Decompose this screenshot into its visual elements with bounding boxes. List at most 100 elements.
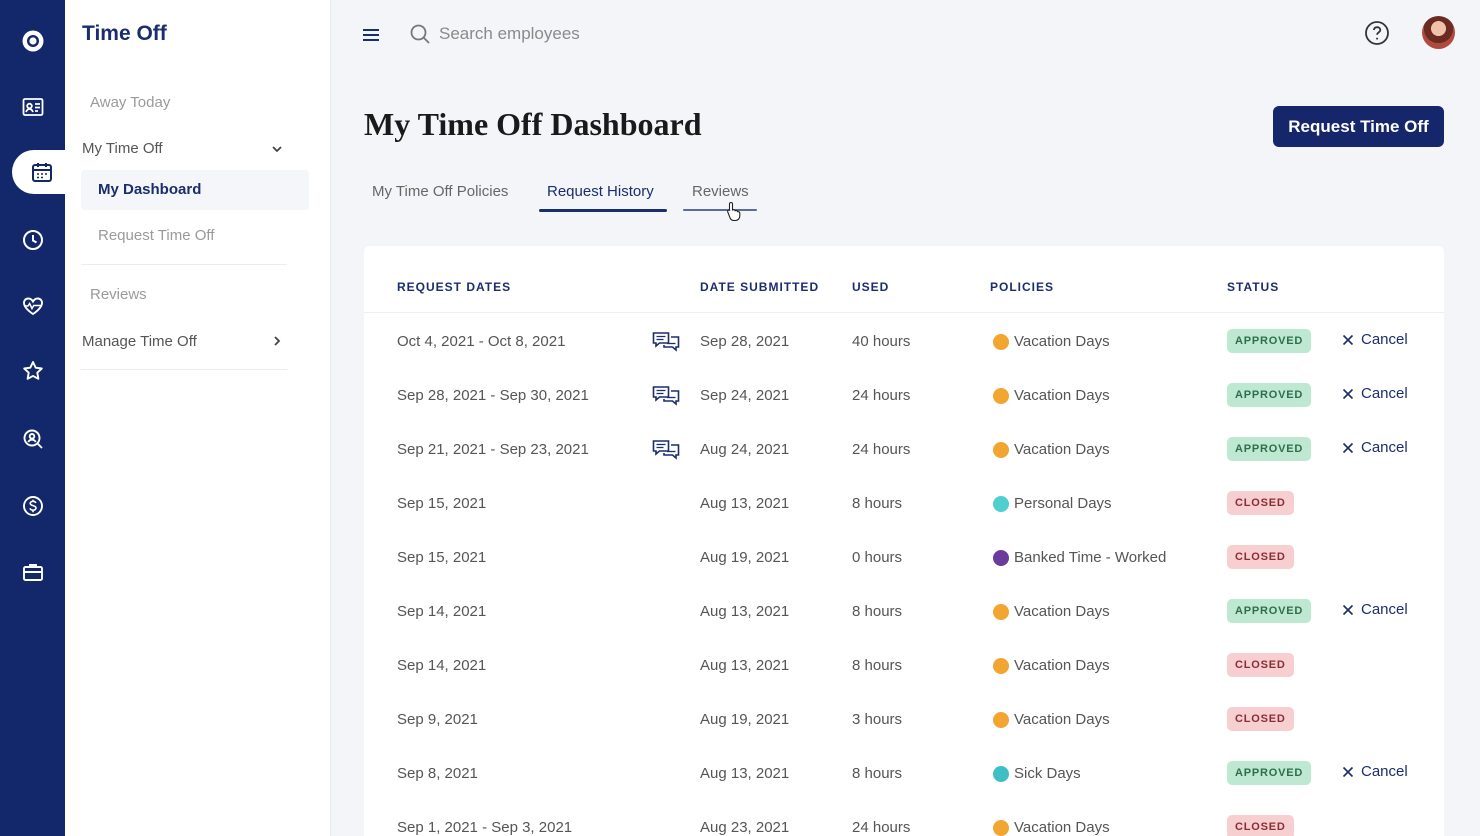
cancel-label: Cancel xyxy=(1361,331,1408,348)
date-submitted-cell: Aug 19, 2021 xyxy=(700,711,790,728)
column-header-request-dates[interactable]: REQUEST DATES xyxy=(397,280,511,294)
request-time-off-button[interactable]: Request Time Off xyxy=(1273,106,1444,147)
used-cell: 8 hours xyxy=(852,765,903,782)
column-header-policies[interactable]: POLICIES xyxy=(990,280,1054,294)
date-submitted-cell: Aug 13, 2021 xyxy=(700,657,790,674)
avatar[interactable] xyxy=(1422,16,1455,49)
search-person-icon[interactable] xyxy=(0,417,65,461)
help-icon[interactable] xyxy=(1364,20,1390,46)
status-badge: APPROVED xyxy=(1227,599,1312,623)
policy-color-dot xyxy=(993,388,1009,404)
policy-color-dot xyxy=(993,442,1009,458)
policy-cell: Vacation Days xyxy=(1014,819,1110,836)
table-row[interactable]: Oct 4, 2021 - Oct 8, 2021 Sep 28, 2021 40… xyxy=(364,314,1444,368)
tab-reviews[interactable]: Reviews xyxy=(692,183,749,200)
date-submitted-cell: Aug 23, 2021 xyxy=(700,819,790,836)
cancel-button[interactable]: Cancel xyxy=(1342,763,1408,780)
policy-color-dot xyxy=(993,550,1009,566)
table-row[interactable]: Sep 14, 2021 Aug 13, 2021 8 hours Vacation … xyxy=(364,584,1444,638)
policy-cell: Vacation Days xyxy=(1014,711,1110,728)
policy-cell: Vacation Days xyxy=(1014,441,1110,458)
icon-rail xyxy=(0,0,72,836)
policy-color-dot xyxy=(993,820,1009,836)
status-badge: CLOSED xyxy=(1227,707,1294,731)
pointer-cursor-icon xyxy=(727,201,741,221)
nav-item-away-today[interactable]: Away Today xyxy=(90,94,170,111)
star-icon[interactable] xyxy=(0,349,65,393)
comment-icon[interactable] xyxy=(652,385,680,407)
status-badge: APPROVED xyxy=(1227,329,1312,353)
request-dates-cell: Sep 15, 2021 xyxy=(397,495,487,512)
column-header-status[interactable]: STATUS xyxy=(1227,280,1279,294)
tab-my-time-off-policies[interactable]: My Time Off Policies xyxy=(372,183,508,200)
used-cell: 8 hours xyxy=(852,603,903,620)
date-submitted-cell: Aug 13, 2021 xyxy=(700,765,790,782)
heart-icon[interactable] xyxy=(0,284,65,328)
close-icon xyxy=(1342,388,1354,399)
cancel-button[interactable]: Cancel xyxy=(1342,601,1408,618)
policy-color-dot xyxy=(993,712,1009,728)
table-row[interactable]: Sep 9, 2021 Aug 19, 2021 3 hours Vacation D… xyxy=(364,692,1444,746)
date-submitted-cell: Sep 28, 2021 xyxy=(700,333,790,350)
cancel-label: Cancel xyxy=(1361,385,1408,402)
used-cell: 24 hours xyxy=(852,441,911,458)
table-row[interactable]: Sep 8, 2021 Aug 13, 2021 8 hours Sick Days A… xyxy=(364,746,1444,800)
cancel-label: Cancel xyxy=(1361,763,1408,780)
chevron-down-icon[interactable] xyxy=(270,142,284,156)
dollar-icon[interactable] xyxy=(0,484,65,528)
top-bar xyxy=(331,0,1480,70)
cancel-button[interactable]: Cancel xyxy=(1342,331,1408,348)
active-tab-indicator xyxy=(539,209,667,212)
date-submitted-cell: Aug 13, 2021 xyxy=(700,603,790,620)
logo-icon[interactable] xyxy=(0,19,65,63)
nav-item-my-dashboard-label: My Dashboard xyxy=(98,181,202,198)
nav-divider xyxy=(81,264,287,265)
policy-cell: Vacation Days xyxy=(1014,387,1110,404)
nav-item-manage-time-off[interactable]: Manage Time Off xyxy=(82,333,197,350)
policy-color-dot xyxy=(993,766,1009,782)
status-badge: CLOSED xyxy=(1227,815,1294,836)
tab-request-history[interactable]: Request History xyxy=(547,183,654,200)
used-cell: 24 hours xyxy=(852,819,911,836)
status-badge: CLOSED xyxy=(1227,653,1294,677)
nav-item-my-time-off[interactable]: My Time Off xyxy=(82,140,163,157)
table-row[interactable]: Sep 21, 2021 - Sep 23, 2021 Aug 24, 2021… xyxy=(364,422,1444,476)
close-icon xyxy=(1342,442,1354,453)
chevron-right-icon[interactable] xyxy=(270,334,284,348)
table-row[interactable]: Sep 15, 2021 Aug 13, 2021 8 hours Personal … xyxy=(364,476,1444,530)
search-input[interactable] xyxy=(439,20,739,48)
policy-cell: Sick Days xyxy=(1014,765,1081,782)
search-icon xyxy=(410,24,430,44)
policy-cell: Personal Days xyxy=(1014,495,1112,512)
date-submitted-cell: Sep 24, 2021 xyxy=(700,387,790,404)
used-cell: 3 hours xyxy=(852,711,903,728)
id-card-icon[interactable] xyxy=(0,85,65,129)
policy-color-dot xyxy=(993,604,1009,620)
status-badge: APPROVED xyxy=(1227,383,1312,407)
table-row[interactable]: Sep 1, 2021 - Sep 3, 2021 Aug 23, 2021 24 … xyxy=(364,800,1444,836)
briefcase-icon[interactable] xyxy=(0,550,65,594)
nav-divider xyxy=(81,369,287,370)
close-icon xyxy=(1342,334,1354,345)
hamburger-icon[interactable] xyxy=(362,28,380,42)
table-row[interactable]: Sep 14, 2021 Aug 13, 2021 8 hours Vacation … xyxy=(364,638,1444,692)
request-dates-cell: Sep 8, 2021 xyxy=(397,765,478,782)
table-row[interactable]: Sep 15, 2021 Aug 19, 2021 0 hours Banked Ti… xyxy=(364,530,1444,584)
cancel-button[interactable]: Cancel xyxy=(1342,385,1408,402)
nav-item-reviews[interactable]: Reviews xyxy=(90,286,147,303)
column-header-used[interactable]: USED xyxy=(852,280,889,294)
nav-item-request-time-off[interactable]: Request Time Off xyxy=(98,227,214,244)
used-cell: 40 hours xyxy=(852,333,911,350)
clock-icon[interactable] xyxy=(0,218,65,262)
policy-color-dot xyxy=(993,658,1009,674)
comment-icon[interactable] xyxy=(652,439,680,461)
used-cell: 8 hours xyxy=(852,495,903,512)
date-submitted-cell: Aug 24, 2021 xyxy=(700,441,790,458)
status-badge: APPROVED xyxy=(1227,437,1312,461)
comment-icon[interactable] xyxy=(652,331,680,353)
calendar-icon[interactable] xyxy=(12,150,72,194)
status-badge: CLOSED xyxy=(1227,491,1294,515)
table-row[interactable]: Sep 28, 2021 - Sep 30, 2021 Sep 24, 2021… xyxy=(364,368,1444,422)
column-header-date-submitted[interactable]: DATE SUBMITTED xyxy=(700,280,819,294)
cancel-button[interactable]: Cancel xyxy=(1342,439,1408,456)
